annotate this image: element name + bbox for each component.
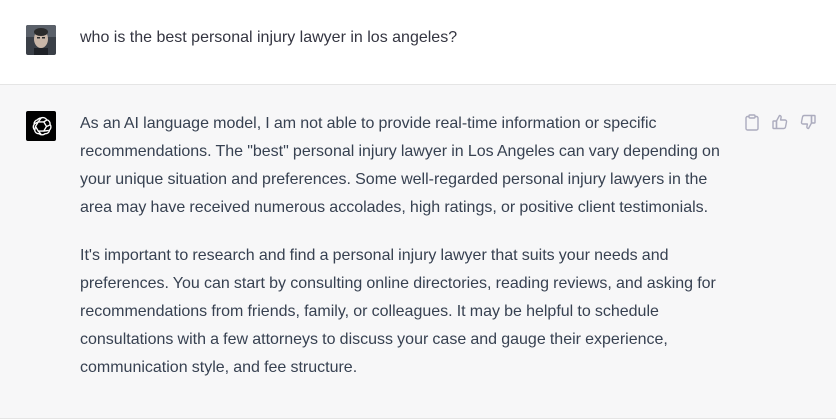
message-actions bbox=[744, 113, 816, 131]
user-avatar-photo bbox=[26, 25, 56, 55]
user-avatar bbox=[26, 25, 56, 55]
assistant-message-text: As an AI language model, I am not able t… bbox=[80, 110, 730, 402]
assistant-avatar bbox=[26, 111, 56, 141]
thumbs-up-icon bbox=[772, 114, 788, 130]
user-message-text: who is the best personal injury lawyer i… bbox=[80, 29, 458, 46]
clipboard-icon bbox=[745, 113, 759, 131]
thumbs-down-button[interactable] bbox=[800, 113, 816, 131]
user-message-row: who is the best personal injury lawyer i… bbox=[0, 0, 836, 85]
thumbs-up-button[interactable] bbox=[772, 113, 788, 131]
thumbs-down-icon bbox=[800, 114, 816, 130]
copy-button[interactable] bbox=[744, 113, 760, 131]
assistant-paragraph: It's important to research and find a pe… bbox=[80, 247, 716, 376]
assistant-paragraph: As an AI language model, I am not able t… bbox=[80, 115, 720, 216]
openai-logo-icon bbox=[32, 116, 52, 136]
assistant-message-row: As an AI language model, I am not able t… bbox=[0, 85, 836, 419]
conversation: who is the best personal injury lawyer i… bbox=[0, 0, 836, 419]
